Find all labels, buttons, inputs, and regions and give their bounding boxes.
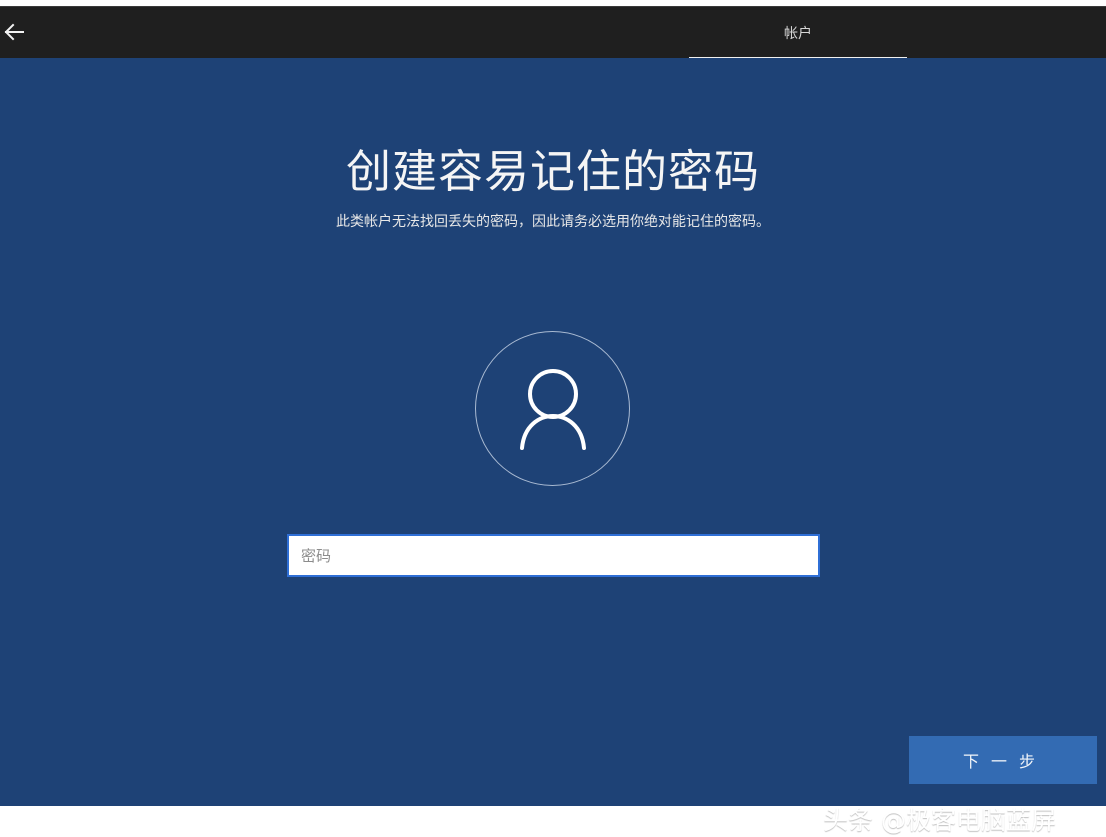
tab-account[interactable]: 帐户 [689,7,907,60]
top-bar: 帐户 [0,6,1106,60]
password-field[interactable] [287,534,820,577]
back-button[interactable] [0,17,28,47]
watermark-text: 头条 @极客电脑蓝屏 [823,806,1056,835]
back-arrow-icon [4,23,24,41]
password-input[interactable] [299,536,818,575]
avatar [475,331,630,486]
tab-account-label: 帐户 [784,26,812,42]
user-icon [519,368,586,450]
page-subtitle: 此类帐户无法找回丢失的密码，因此请务必选用你绝对能记住的密码。 [336,214,770,230]
setup-screen: 帐户 创建容易记住的密码 此类帐户无法找回丢失的密码，因此请务必选用你绝对能记住… [0,0,1106,835]
main-content: 创建容易记住的密码 此类帐户无法找回丢失的密码，因此请务必选用你绝对能记住的密码… [0,58,1106,835]
page-title: 创建容易记住的密码 [345,145,760,198]
next-button[interactable]: 下一步 [909,736,1097,784]
